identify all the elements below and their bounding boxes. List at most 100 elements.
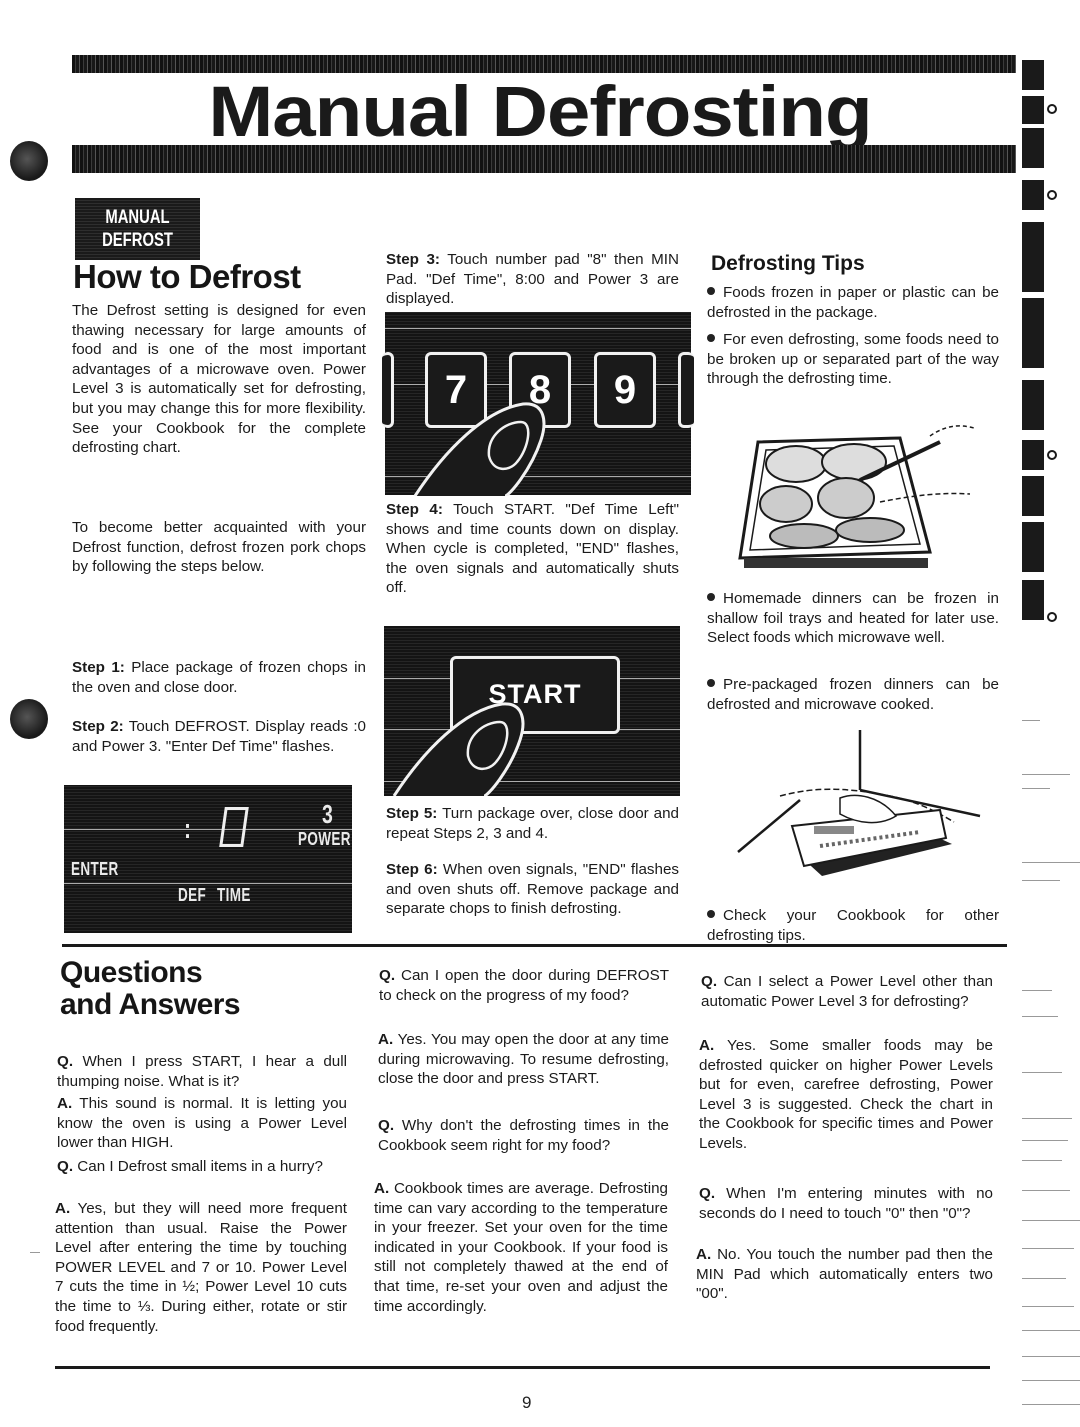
qa-answer: A. Yes, but they will need more frequent…: [55, 1199, 347, 1336]
thumb-tab-mark: [1022, 222, 1044, 292]
thumb-tab-dot-icon: [1047, 104, 1057, 114]
bullet-icon: [707, 334, 715, 342]
step-label: Step 6:: [386, 861, 438, 878]
answer-text: Yes. You may open the door at any time d…: [378, 1031, 670, 1088]
qa-question: Q. When I'm entering minutes with no sec…: [699, 1184, 993, 1223]
thumb-tab-dot-icon: [1047, 612, 1057, 622]
thumb-tab-dot-icon: [1047, 450, 1057, 460]
display-label-power: POWER: [298, 829, 351, 849]
edge-rule: [1022, 1016, 1058, 1017]
step-label: Step 5:: [386, 805, 438, 822]
thumb-tab-mark: [1022, 440, 1044, 470]
qa-answer: A. Cookbook times are average. Defrostin…: [374, 1179, 668, 1316]
qa-answer: A. Yes. You may open the door at any tim…: [378, 1030, 669, 1089]
edge-rule: [1022, 1248, 1074, 1249]
edge-rule: [1022, 1160, 1062, 1161]
q-label: Q.: [57, 1053, 74, 1070]
thumb-tab-mark: [1022, 380, 1044, 430]
tip-item: Foods frozen in paper or plastic can be …: [707, 283, 999, 322]
step-label: Step 3:: [386, 251, 440, 268]
step-6: Step 6: When oven signals, "END" flashes…: [386, 860, 679, 919]
thumb-tab-mark: [1022, 96, 1044, 124]
question-text: Can I Defrost small items in a hurry?: [77, 1158, 323, 1175]
thumb-tab-dot-icon: [1047, 190, 1057, 200]
edge-rule: [1022, 990, 1052, 991]
partial-key-right: [678, 352, 694, 428]
qa-question: Q. Can I Defrost small items in a hurry?: [57, 1157, 347, 1177]
thumb-tab-mark: [1022, 580, 1044, 620]
answer-text: Yes, but they will need more frequent at…: [55, 1200, 347, 1335]
bullet-icon: [707, 679, 715, 687]
answer-text: No. You touch the number pad then the MI…: [696, 1246, 993, 1303]
display-label-enter: ENTER: [71, 859, 119, 879]
page-title: Manual Defrosting: [208, 70, 872, 152]
edge-rule: [1022, 880, 1060, 881]
edge-rule: [1022, 1190, 1070, 1191]
bullet-icon: [707, 287, 715, 295]
thumb-tab-mark: [1022, 522, 1044, 572]
tip-item: Pre-packaged frozen dinners can be defro…: [707, 675, 999, 714]
question-text: Can I select a Power Level other than au…: [701, 973, 993, 1010]
qa-question: Q. When I press START, I hear a dull thu…: [57, 1052, 347, 1091]
q-label: Q.: [57, 1158, 74, 1175]
display-colon: :: [184, 813, 192, 844]
how-to-defrost-heading: How to Defrost: [73, 258, 301, 295]
edge-rule: [1022, 1140, 1068, 1141]
defrosting-tips-heading: Defrosting Tips: [711, 252, 865, 275]
step-5: Step 5: Turn package over, close door an…: [386, 804, 679, 843]
tip-text: Pre-packaged frozen dinners can be defro…: [707, 676, 999, 713]
page-number: 9: [522, 1393, 532, 1412]
display-label-def: DEF: [178, 885, 207, 905]
defrost-display-panel: : 3 POWER ENTER DEF TIME: [64, 785, 352, 933]
edge-rule: [1022, 788, 1050, 789]
a-label: A.: [699, 1037, 715, 1054]
intro-paragraph-1: The Defrost setting is designed for even…: [72, 302, 366, 457]
qa-answer: A. This sound is normal. It is letting y…: [57, 1094, 347, 1153]
edge-rule: [1022, 1404, 1080, 1405]
step-1: Step 1: Place package of frozen chops in…: [72, 658, 366, 697]
edge-rule: [1022, 1220, 1080, 1221]
step-3: Step 3: Touch number pad "8" then MIN Pa…: [386, 250, 679, 309]
binder-hole-icon: [10, 141, 48, 181]
partial-key-left: [382, 352, 394, 428]
a-label: A.: [374, 1180, 390, 1197]
answer-text: This sound is normal. It is letting you …: [57, 1095, 348, 1152]
edge-rule: [1022, 1356, 1080, 1357]
q-label: Q.: [378, 1117, 395, 1134]
manual-defrost-key-badge: MANUAL DEFROST: [75, 198, 200, 260]
edge-rule: [1022, 1306, 1074, 1307]
step-label: Step 1:: [72, 659, 125, 676]
edge-rule: [1022, 1330, 1080, 1331]
edge-rule: [1022, 1278, 1066, 1279]
thumb-tab-mark: [1022, 476, 1044, 516]
thumb-tab-mark: [1022, 180, 1044, 210]
edge-rule: [1022, 720, 1040, 721]
finger-pressing-icon: [392, 702, 525, 796]
a-label: A.: [696, 1246, 712, 1263]
tip-text: Check your Cookbook for other defrosting…: [707, 907, 999, 944]
answer-text: Cookbook times are average. Defrosting t…: [374, 1180, 668, 1315]
question-text: When I press START, I hear a dull thumpi…: [57, 1053, 347, 1090]
a-label: A.: [57, 1095, 73, 1112]
edge-rule: [1022, 774, 1070, 775]
tip-text: For even defrosting, some foods need to …: [707, 331, 999, 388]
question-text: Can I open the door during DEFROST to ch…: [379, 967, 669, 1004]
question-text: Why don't the defrosting times in the Co…: [378, 1117, 669, 1154]
step-2: Step 2: Touch DEFROST. Display reads :0 …: [72, 717, 366, 756]
pork-chops-tray-illustration: [738, 425, 975, 568]
edge-rule: [1022, 1118, 1072, 1119]
number-keypad-illustration: 7 8 9: [382, 312, 694, 496]
badge-line-1: MANUAL: [105, 207, 170, 228]
a-label: A.: [55, 1200, 71, 1217]
binder-hole-icon: [10, 699, 48, 739]
qa-question: Q. Can I open the door during DEFROST to…: [379, 966, 669, 1005]
badge-line-2: DEFROST: [102, 230, 173, 251]
qa-heading-line-2: and Answers: [60, 988, 241, 1021]
a-label: A.: [378, 1031, 394, 1048]
tip-text: Foods frozen in paper or plastic can be …: [707, 284, 999, 321]
intro-paragraph-2: To become better acquainted with your De…: [72, 519, 366, 576]
tip-item: Homemade dinners can be frozen in shallo…: [707, 589, 999, 648]
tip-item: Check your Cookbook for other defrosting…: [707, 906, 999, 945]
q-label: Q.: [701, 973, 718, 990]
section-divider: [62, 944, 1007, 947]
